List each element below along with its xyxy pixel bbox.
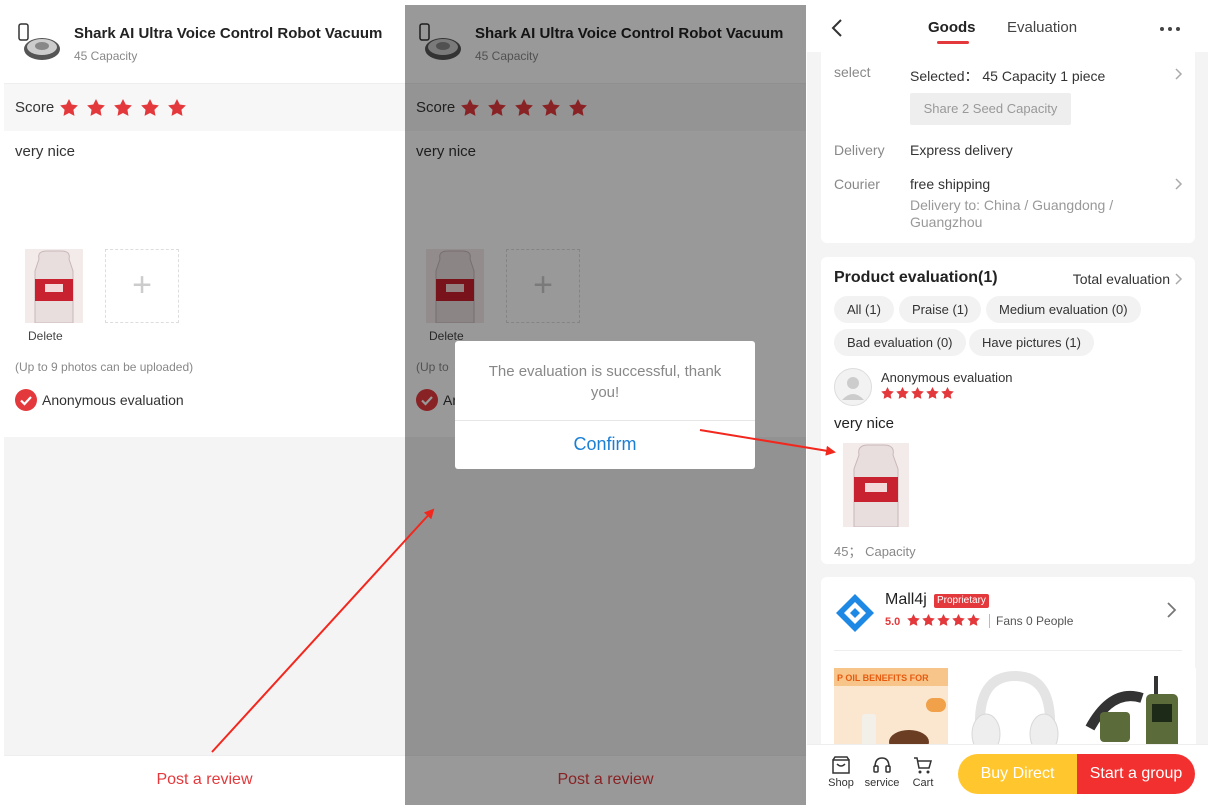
- cart-label: Cart: [912, 777, 934, 789]
- star-icon: [937, 614, 950, 626]
- star-icon[interactable]: [87, 99, 106, 116]
- star-icon: [926, 387, 939, 399]
- chevron-right-icon[interactable]: [1166, 601, 1177, 619]
- reviewer-stars: [881, 387, 956, 399]
- star-icon[interactable]: [60, 99, 79, 116]
- chevron-right-icon[interactable]: [1175, 178, 1183, 190]
- detail-nav-bar: Goods Evaluation: [807, 5, 1208, 52]
- star-icon: [941, 387, 954, 399]
- success-dialog: The evaluation is successful, thank you!…: [455, 341, 755, 469]
- product-spec: 45 Capacity: [74, 49, 138, 63]
- star-icon: [881, 387, 894, 399]
- chevron-right-icon[interactable]: [1175, 68, 1183, 80]
- star-icon: [952, 614, 965, 626]
- shop-name[interactable]: Mall4j: [885, 591, 927, 609]
- cart-button[interactable]: Cart: [903, 755, 943, 789]
- chevron-right-icon[interactable]: [1175, 273, 1183, 285]
- select-label: select: [834, 64, 871, 80]
- delete-photo-link[interactable]: Delete: [28, 329, 63, 343]
- proprietary-badge: Proprietary: [934, 594, 989, 608]
- courier-value[interactable]: free shipping: [910, 176, 990, 192]
- spec-delivery-card: select Selected： 45 Capacity 1 piece Sha…: [821, 52, 1195, 243]
- filter-chip[interactable]: Medium evaluation (0): [986, 296, 1141, 323]
- upload-limit-hint: (Up to 9 photos can be uploaded): [15, 360, 194, 374]
- shop-stars: [907, 614, 982, 626]
- dialog-message: The evaluation is successful, thank you!: [455, 341, 755, 421]
- evaluation-title: Product evaluation(1): [834, 269, 998, 286]
- shop-fans: Fans 0 People: [989, 614, 1073, 628]
- seed-option-chip[interactable]: Share 2 Seed Capacity: [910, 93, 1071, 125]
- add-photo-button[interactable]: +: [105, 249, 179, 323]
- bottom-action-bar: Shop service Cart Buy Direct Start a gro…: [807, 744, 1208, 805]
- delivery-value: Express delivery: [910, 142, 1013, 158]
- vacuum-thumbnail: [16, 21, 62, 67]
- shop-button[interactable]: Shop: [821, 755, 861, 789]
- anonymous-label: Anonymous evaluation: [42, 392, 184, 408]
- star-icon[interactable]: [141, 99, 160, 116]
- check-circle-icon[interactable]: [15, 389, 37, 411]
- headset-icon: [873, 757, 891, 773]
- star-icon: [967, 614, 980, 626]
- reviewer-name: Anonymous evaluation: [881, 370, 1013, 385]
- buy-direct-button[interactable]: Buy Direct: [958, 754, 1077, 794]
- avatar: [834, 368, 872, 406]
- tab-goods[interactable]: Goods: [928, 19, 976, 36]
- star-icon[interactable]: [168, 99, 187, 116]
- divider: [834, 650, 1182, 651]
- anonymous-toggle[interactable]: Anonymous evaluation: [15, 389, 184, 411]
- product-name: Shark AI Ultra Voice Control Robot Vacuu…: [74, 25, 383, 42]
- star-icon: [922, 614, 935, 626]
- star-icon: [907, 614, 920, 626]
- score-stars[interactable]: [60, 99, 195, 116]
- delivery-label: Delivery: [834, 142, 885, 158]
- filter-chip[interactable]: Praise (1): [899, 296, 982, 323]
- star-icon: [896, 387, 909, 399]
- service-button[interactable]: service: [862, 755, 902, 789]
- review-spec: 45； Capacity: [834, 544, 916, 559]
- uploaded-photo[interactable]: [25, 249, 83, 323]
- review-panel: Shark AI Ultra Voice Control Robot Vacuu…: [4, 5, 405, 805]
- star-icon: [911, 387, 924, 399]
- score-row: Score: [4, 84, 405, 131]
- star-icon[interactable]: [114, 99, 133, 116]
- shop-icon: [832, 756, 850, 774]
- oil-banner-text: P OIL BENEFITS FOR: [837, 673, 929, 683]
- shop-rating: 5.0: [885, 616, 901, 628]
- filter-chip[interactable]: Bad evaluation (0): [834, 329, 966, 356]
- filter-chip[interactable]: All (1): [834, 296, 894, 323]
- score-label: Score: [15, 99, 55, 116]
- more-options-icon[interactable]: [1160, 27, 1184, 31]
- tab-evaluation[interactable]: Evaluation: [1007, 19, 1077, 36]
- total-evaluation-link[interactable]: Total evaluation: [1073, 271, 1170, 287]
- product-evaluation-card: Product evaluation(1) Total evaluation A…: [821, 257, 1195, 564]
- courier-label: Courier: [834, 176, 880, 192]
- start-group-button[interactable]: Start a group: [1077, 754, 1195, 794]
- shop-logo-icon[interactable]: [834, 592, 876, 634]
- product-detail-panel: Goods Evaluation select Selected： 45 Cap…: [807, 5, 1208, 805]
- review-photo[interactable]: [843, 443, 909, 527]
- service-label: service: [864, 777, 900, 789]
- screenshot-stage: Shark AI Ultra Voice Control Robot Vacuu…: [0, 0, 1208, 807]
- shop-label: Shop: [828, 777, 854, 789]
- filter-chip[interactable]: Have pictures (1): [969, 329, 1094, 356]
- review-body: very nice Delete + (Up to 9 photos can b…: [4, 131, 405, 437]
- selected-spec[interactable]: Selected： 45 Capacity 1 piece: [910, 66, 1105, 86]
- active-tab-indicator: [937, 41, 969, 44]
- plus-icon: +: [132, 266, 152, 304]
- delivery-address: Delivery to: China / Guangdong / Guangzh…: [910, 197, 1114, 230]
- review-textarea[interactable]: very nice: [15, 143, 75, 160]
- review-comment: very nice: [834, 415, 895, 432]
- product-header: Shark AI Ultra Voice Control Robot Vacuu…: [4, 5, 405, 84]
- back-arrow-icon[interactable]: [831, 18, 843, 38]
- cart-icon: [914, 757, 932, 774]
- post-review-button[interactable]: Post a review: [4, 755, 405, 805]
- confirm-button[interactable]: Confirm: [455, 421, 755, 468]
